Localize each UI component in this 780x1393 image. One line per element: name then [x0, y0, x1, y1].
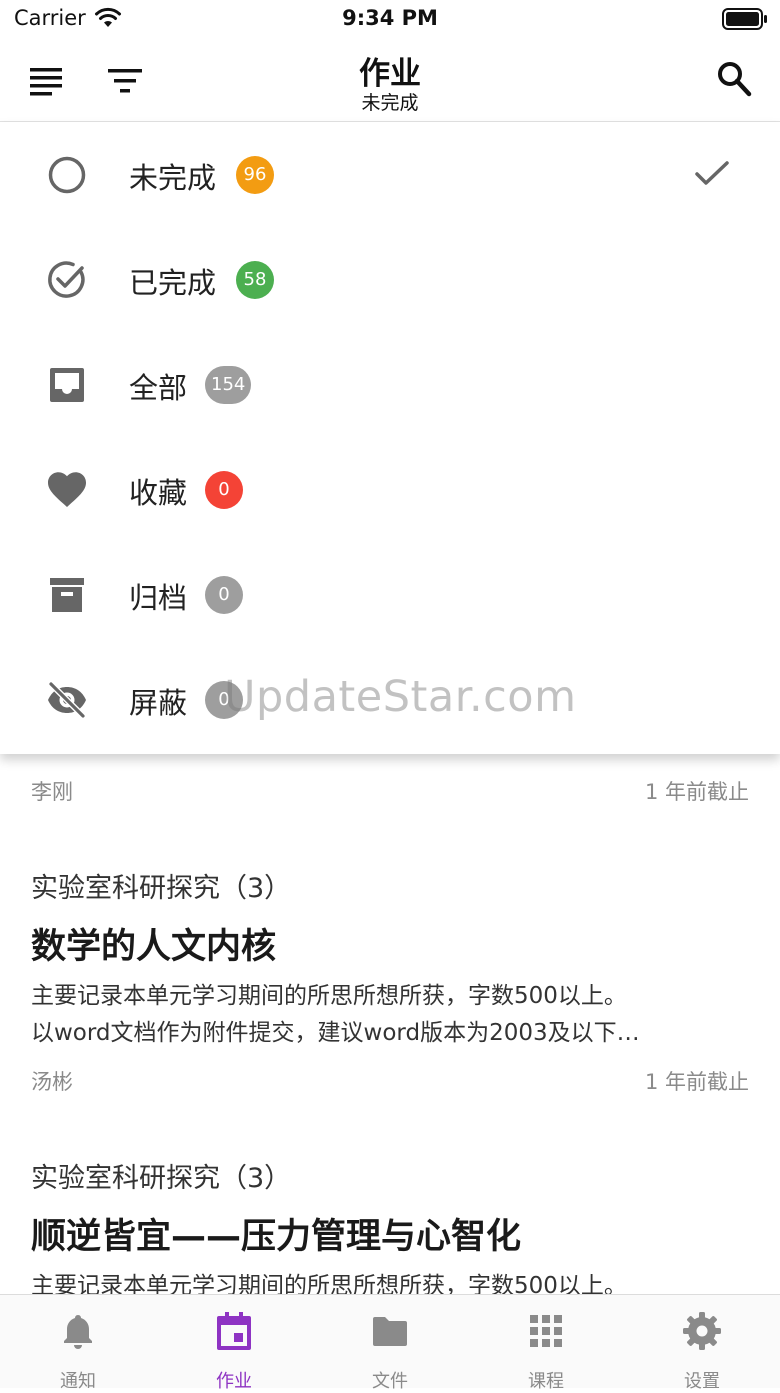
page-subtitle: 未完成	[361, 92, 419, 114]
homework-title: 数学的人文内核	[31, 927, 277, 967]
tab-settings[interactable]: 设置	[624, 1295, 780, 1392]
grid-icon	[530, 1315, 562, 1347]
checkmark-icon	[695, 161, 729, 185]
homework-title: 顺逆皆宜——压力管理与心智化	[31, 1217, 522, 1257]
filter-item-incomplete[interactable]: 未完成 96	[0, 122, 780, 227]
tab-bar: 通知 作业 文件 课程 设置	[0, 1294, 780, 1392]
list-item-meta: 汤彬 1 年前截止	[31, 1066, 749, 1096]
deadline-label: 1 年前截止	[644, 1070, 749, 1094]
filter-menu: 未完成 96 已完成 58 全部 154 收藏 0 归档 0 屏蔽 0	[0, 122, 780, 754]
page-title: 作业	[359, 56, 421, 92]
archive-icon	[50, 578, 84, 612]
check-circle-icon	[48, 261, 85, 298]
course-name: 实验室科研探究（3）	[31, 1163, 292, 1194]
search-icon[interactable]	[716, 60, 752, 98]
bell-icon	[64, 1315, 92, 1349]
battery-icon	[722, 8, 767, 30]
app-header: 作业 未完成	[0, 40, 780, 122]
watermark: UpdateStar.com	[224, 672, 577, 722]
tab-label: 设置	[684, 1371, 720, 1392]
filter-item-favorites[interactable]: 收藏 0	[0, 437, 780, 542]
filter-label: 屏蔽	[129, 686, 188, 720]
filter-item-all[interactable]: 全部 154	[0, 332, 780, 437]
tab-label: 通知	[60, 1371, 96, 1392]
tab-courses[interactable]: 课程	[468, 1295, 624, 1392]
list-item-meta: 李刚 1 年前截止	[31, 776, 749, 806]
inbox-icon	[50, 368, 84, 402]
count-badge: 96	[236, 156, 274, 194]
homework-description: 主要记录本单元学习期间的所思所想所获，字数500以上。	[31, 1273, 627, 1294]
homework-description: 以word文档作为附件提交，建议word版本为2003及以下…	[31, 1020, 640, 1046]
eye-off-icon	[48, 681, 86, 719]
heart-icon	[48, 472, 86, 507]
tab-homework[interactable]: 作业	[156, 1295, 312, 1392]
calendar-icon	[217, 1312, 251, 1350]
count-badge: 0	[205, 471, 243, 509]
teacher-name: 李刚	[31, 780, 73, 804]
course-name: 实验室科研探究（3）	[31, 873, 292, 904]
clock: 9:34 PM	[342, 6, 438, 30]
filter-item-archived[interactable]: 归档 0	[0, 542, 780, 647]
homework-list: 李刚 1 年前截止 实验室科研探究（3） 数学的人文内核 主要记录本单元学习期间…	[0, 754, 780, 1294]
teacher-name: 汤彬	[31, 1070, 73, 1094]
gear-icon	[683, 1312, 721, 1350]
tab-label: 文件	[372, 1371, 408, 1392]
tab-label: 作业	[216, 1371, 252, 1392]
count-badge: 0	[205, 576, 243, 614]
filter-item-completed[interactable]: 已完成 58	[0, 227, 780, 332]
count-badge: 154	[205, 366, 252, 404]
tab-notifications[interactable]: 通知	[0, 1295, 156, 1392]
folder-icon	[373, 1317, 407, 1346]
deadline-label: 1 年前截止	[644, 780, 749, 804]
circle-outline-icon	[48, 156, 86, 194]
filter-label: 全部	[129, 371, 188, 405]
filter-label: 未完成	[129, 161, 217, 195]
tab-label: 课程	[528, 1371, 564, 1392]
filter-label: 归档	[129, 581, 188, 615]
filter-label: 收藏	[129, 476, 188, 510]
tab-files[interactable]: 文件	[312, 1295, 468, 1392]
status-bar: Carrier 9:34 PM	[0, 0, 780, 40]
filter-label: 已完成	[129, 266, 217, 300]
count-badge: 58	[236, 261, 274, 299]
